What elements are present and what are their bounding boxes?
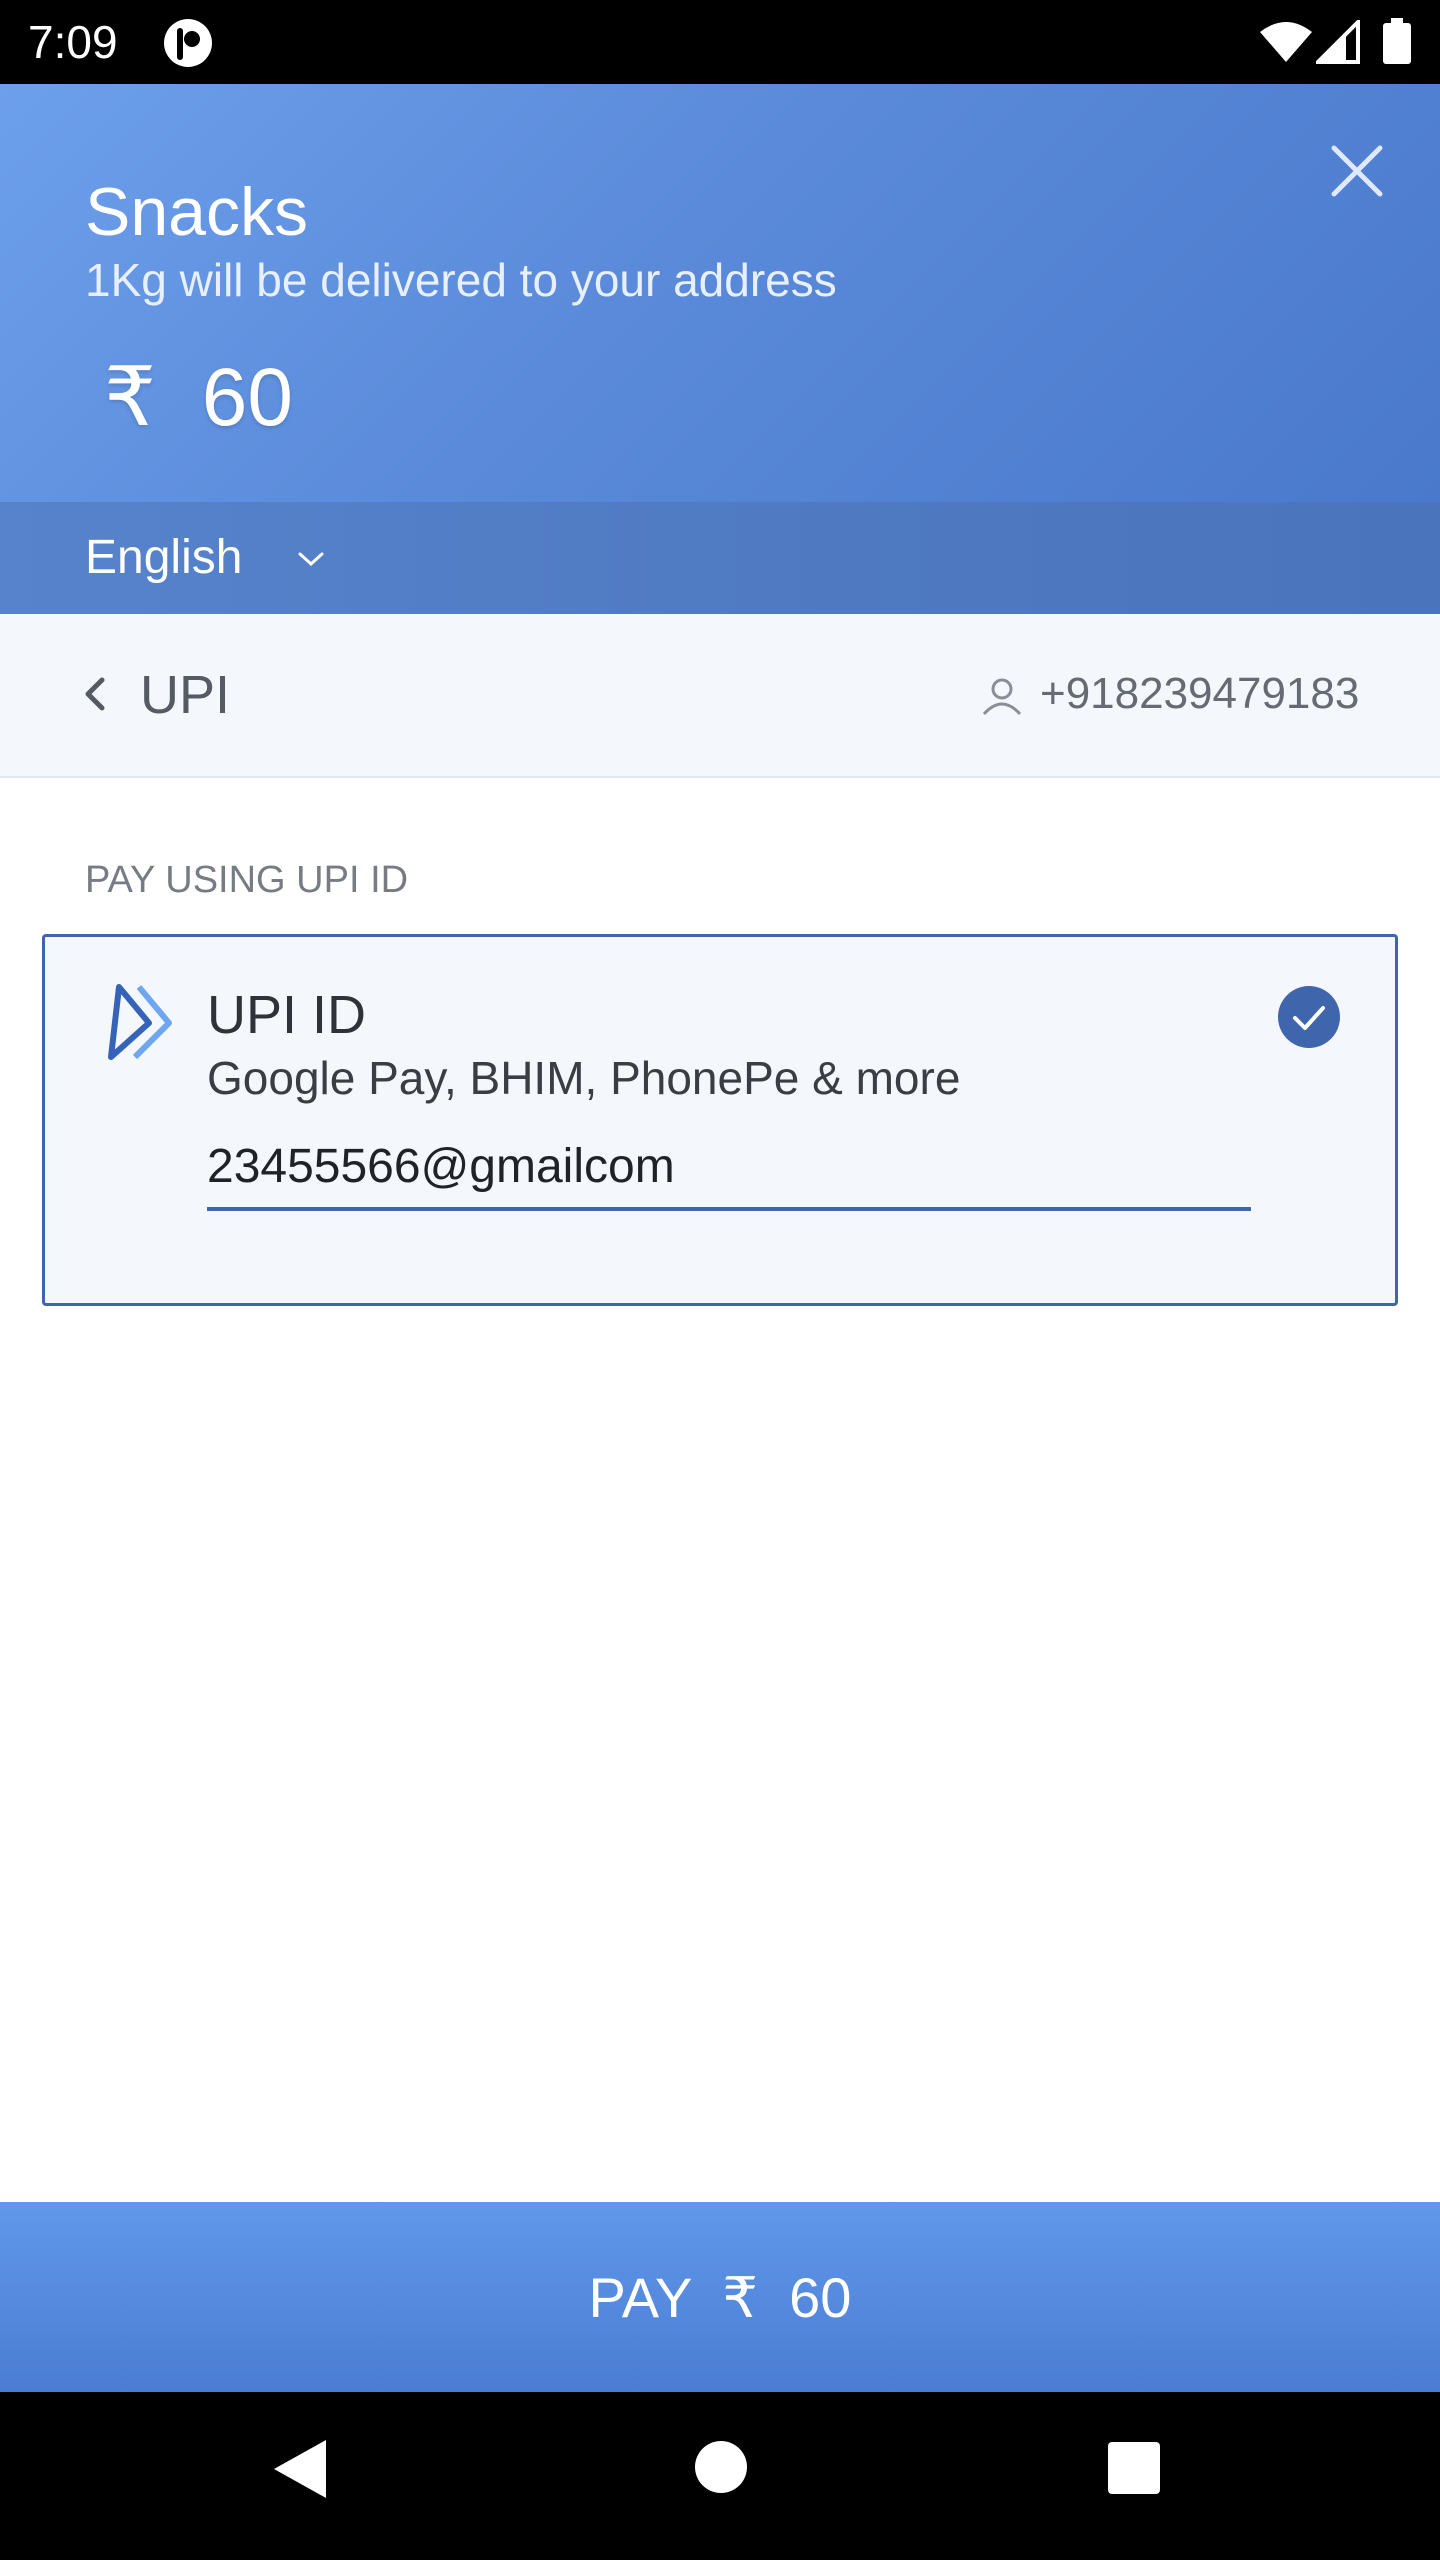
chevron-down-icon	[298, 552, 324, 567]
home-circle-icon[interactable]	[694, 2440, 748, 2494]
pay-button-label: PAY ₹ 60	[588, 2266, 852, 2329]
battery-icon	[1383, 18, 1411, 64]
page-title: UPI	[140, 665, 231, 725]
upi-option-title: UPI ID	[207, 985, 367, 1045]
back-triangle-icon[interactable]	[270, 2436, 330, 2502]
user-icon	[982, 678, 1022, 716]
pay-button[interactable]: PAY ₹ 60	[0, 2202, 1440, 2392]
language-selector[interactable]: English	[0, 502, 1440, 614]
upi-id-input[interactable]	[207, 1125, 1251, 1211]
chevron-left-icon[interactable]	[76, 674, 116, 714]
status-bar: 7:09	[0, 0, 1440, 84]
status-time: 7:09	[28, 16, 118, 68]
app-notification-icon	[164, 19, 212, 67]
section-label: PAY USING UPI ID	[85, 859, 409, 901]
upi-logo-icon	[108, 984, 172, 1060]
payment-header: Snacks 1Kg will be delivered to your add…	[0, 84, 1440, 502]
signal-icon	[1316, 20, 1360, 64]
upi-nav-bar: UPI +918239479183	[0, 614, 1440, 778]
phone-number: +918239479183	[1040, 669, 1360, 718]
system-nav-bar	[0, 2392, 1440, 2560]
close-icon[interactable]	[1322, 136, 1392, 206]
amount: ₹ 60	[104, 352, 293, 443]
recents-square-icon[interactable]	[1108, 2442, 1160, 2494]
product-title: Snacks	[85, 174, 308, 250]
wifi-icon	[1260, 22, 1312, 62]
check-circle-icon[interactable]	[1277, 985, 1341, 1049]
upi-id-option[interactable]: UPI ID Google Pay, BHIM, PhonePe & more	[42, 934, 1398, 1306]
product-subtitle: 1Kg will be delivered to your address	[85, 254, 837, 306]
upi-option-subtitle: Google Pay, BHIM, PhonePe & more	[207, 1052, 961, 1104]
language-label: English	[85, 531, 243, 584]
